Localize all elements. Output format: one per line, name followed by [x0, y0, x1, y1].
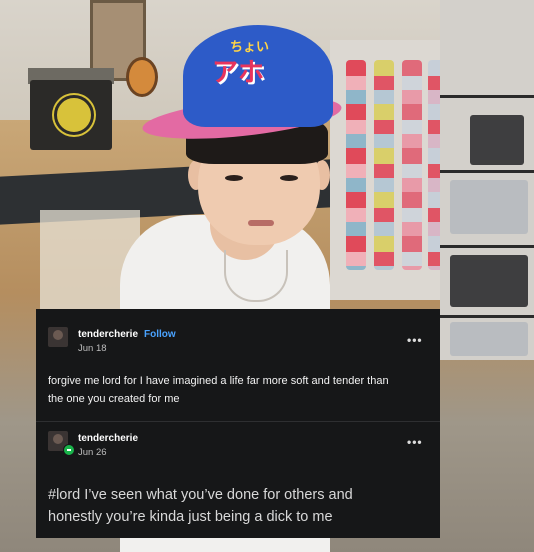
cap-logo-text: アホ [212, 58, 265, 88]
post: tendercherie Follow Jun 18 ••• forgive m… [36, 309, 440, 427]
post-text-line: forgive me lord for I have imagined a li… [48, 375, 389, 387]
rack-merch-column [402, 60, 422, 270]
follow-button[interactable]: Follow [144, 329, 176, 340]
shelf-cap [470, 115, 524, 165]
post-text-line: the one you created for me [48, 393, 180, 405]
avatar[interactable] [48, 327, 68, 347]
counter-sign-logo [54, 95, 94, 135]
reblog-badge-icon [63, 444, 75, 456]
post-username[interactable]: tendercherie [78, 433, 138, 444]
shelf-board [440, 170, 534, 173]
post-date: Jun 26 [78, 447, 107, 458]
round-mirror [126, 57, 158, 97]
shelf-board [440, 95, 534, 98]
post-text-line: honestly you’re kinda just being a dick … [48, 509, 333, 525]
post-username[interactable]: tendercherie [78, 329, 138, 340]
tumblr-post-card: tendercherie Follow Jun 18 ••• forgive m… [36, 309, 440, 538]
shelf-folded-shirts [450, 255, 528, 307]
rack-merch-column [374, 60, 394, 270]
post-date: Jun 18 [78, 343, 107, 354]
rack-merch-column [346, 60, 366, 270]
post-text-line: #lord I’ve seen what you’ve done for oth… [48, 487, 353, 503]
person-eye [225, 175, 243, 181]
shelf-board [440, 245, 534, 248]
reblog-post: tendercherie Jun 26 ••• #lord I’ve seen … [36, 421, 440, 538]
more-options-icon[interactable]: ••• [407, 435, 423, 449]
display-rack [330, 40, 450, 300]
shelf-folded-shirts [450, 322, 528, 356]
shelf-unit [440, 0, 534, 360]
person-eye [280, 175, 298, 181]
more-options-icon[interactable]: ••• [407, 333, 423, 347]
person-mouth [248, 220, 274, 226]
shelf-board [440, 315, 534, 318]
shelf-folded-shirts [450, 180, 528, 234]
